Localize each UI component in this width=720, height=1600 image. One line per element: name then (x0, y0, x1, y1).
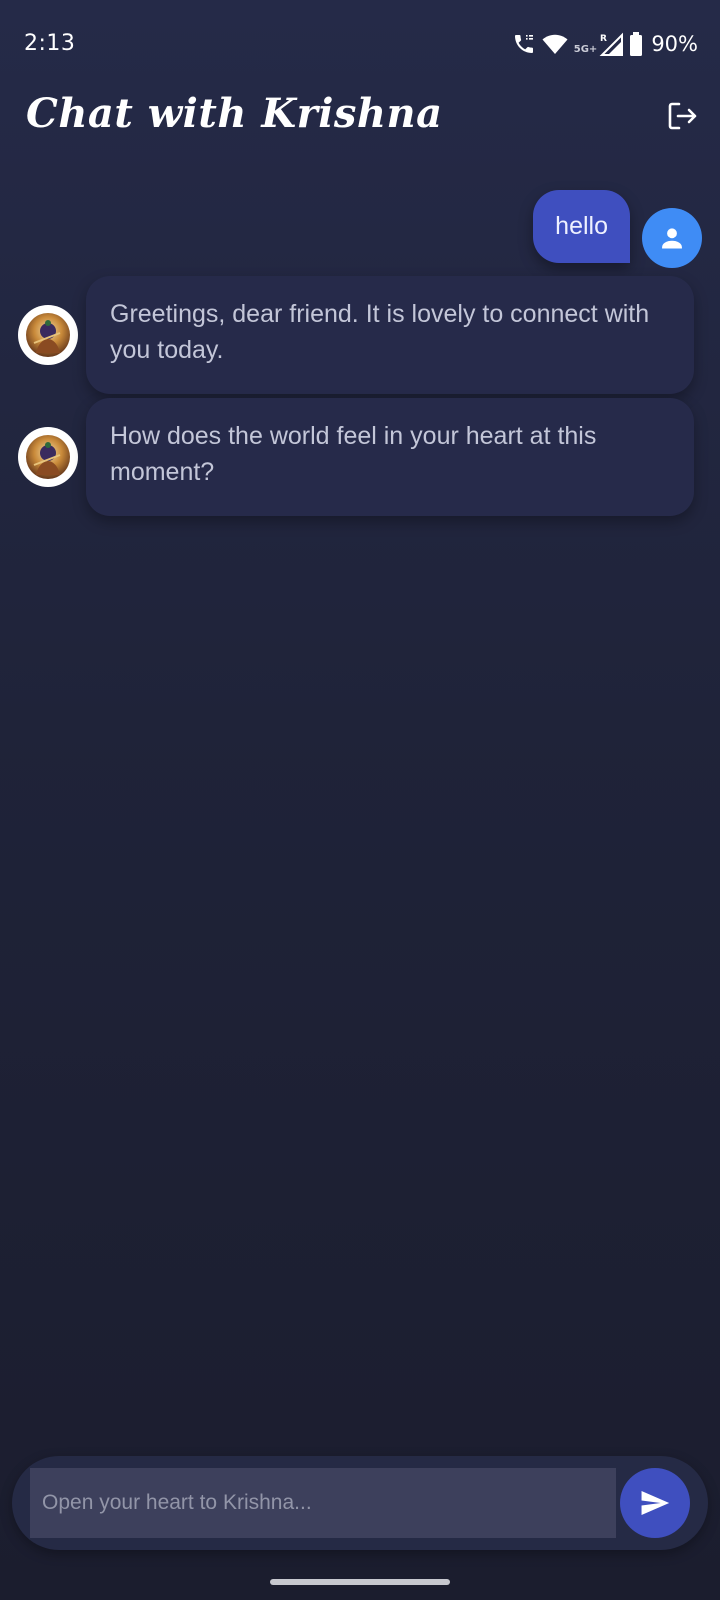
krishna-avatar (18, 427, 78, 487)
krishna-message-bubble: How does the world feel in your heart at… (86, 398, 694, 516)
status-bar: 2:13 5G+ R 90% (0, 0, 720, 90)
logout-icon (668, 102, 697, 130)
person-icon (662, 228, 682, 249)
battery-icon (629, 32, 643, 56)
app-header: Chat with Krishna (0, 90, 720, 150)
message-composer (12, 1456, 708, 1550)
status-icons: 5G+ R 90% (512, 30, 698, 58)
message-input[interactable] (30, 1468, 616, 1538)
user-avatar (642, 208, 702, 268)
krishna-avatar-image (26, 435, 70, 479)
battery-percentage: 90% (651, 32, 698, 56)
wifi-calling-icon (512, 32, 536, 56)
network-type: 5G+ (573, 43, 598, 55)
user-message-bubble: hello (533, 190, 630, 263)
logout-button[interactable] (662, 96, 702, 136)
send-button[interactable] (620, 1468, 690, 1538)
krishna-avatar-image (26, 313, 70, 357)
send-icon (641, 1490, 670, 1516)
krishna-message-bubble: Greetings, dear friend. It is lovely to … (86, 276, 694, 394)
page-title: Chat with Krishna (26, 90, 443, 137)
svg-text:R: R (600, 34, 607, 44)
status-time: 2:13 (24, 31, 76, 56)
user-message: hello (533, 190, 702, 268)
wifi-icon (542, 33, 568, 55)
krishna-message: How does the world feel in your heart at… (18, 398, 704, 516)
home-indicator[interactable] (270, 1579, 450, 1585)
signal-roaming-icon: R (599, 32, 624, 56)
krishna-message: Greetings, dear friend. It is lovely to … (18, 276, 704, 394)
chat-messages[interactable]: hello Greetings, dear friend. It is love… (0, 180, 720, 1420)
krishna-avatar (18, 305, 78, 365)
